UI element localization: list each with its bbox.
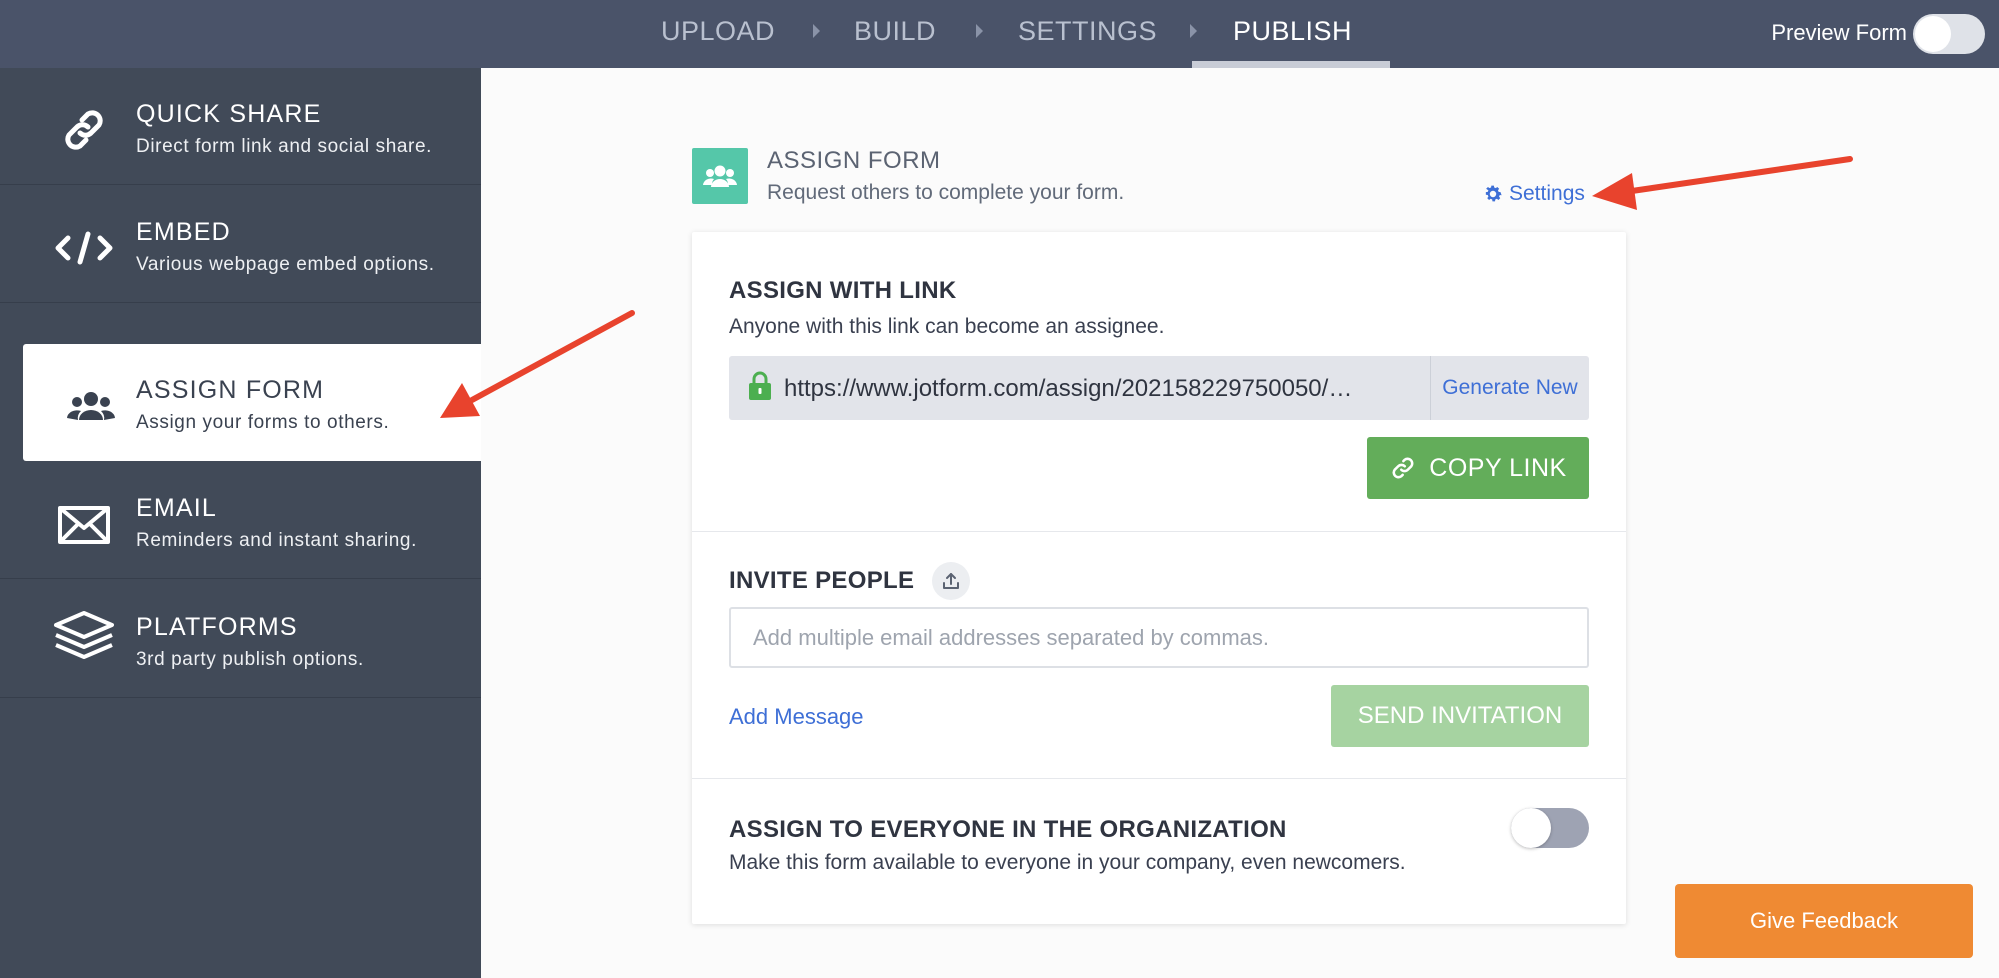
sidebar-item-subtitle: Direct form link and social share. <box>136 136 433 157</box>
users-icon <box>703 165 737 187</box>
send-invitation-button[interactable]: SEND INVITATION <box>1331 685 1589 747</box>
step-build[interactable]: BUILD <box>854 16 936 47</box>
step-settings[interactable]: SETTINGS <box>1018 16 1157 47</box>
assign-organization-toggle[interactable] <box>1511 808 1589 848</box>
toggle-knob <box>1915 16 1951 52</box>
section-divider <box>692 531 1626 532</box>
step-separator-icon <box>813 24 820 38</box>
upload-icon <box>943 573 959 589</box>
copy-link-button[interactable]: COPY LINK <box>1367 437 1589 499</box>
copy-link-label: COPY LINK <box>1429 453 1567 482</box>
sidebar-item-subtitle: 3rd party publish options. <box>136 649 364 670</box>
step-publish[interactable]: PUBLISH <box>1233 16 1352 47</box>
give-feedback-label: Give Feedback <box>1750 908 1898 933</box>
sidebar-item-title: QUICK SHARE <box>136 100 322 128</box>
page-title: ASSIGN FORM <box>767 147 941 174</box>
generate-new-label: Generate New <box>1442 376 1578 399</box>
sidebar-item-email[interactable]: EMAIL Reminders and instant sharing. <box>0 462 481 579</box>
sidebar-item-platforms[interactable]: PLATFORMS 3rd party publish options. <box>0 581 481 698</box>
sidebar-item-title: EMAIL <box>136 494 218 522</box>
arrow-to-settings-icon <box>1592 156 1853 210</box>
settings-link[interactable]: Settings <box>1482 182 1585 206</box>
link-icon <box>1392 457 1414 479</box>
sidebar-item-subtitle: Various webpage embed options. <box>136 254 435 275</box>
gear-icon <box>1485 185 1502 202</box>
invite-people-title: INVITE PEOPLE <box>729 567 915 594</box>
lock-icon <box>749 371 771 400</box>
settings-link-label: Settings <box>1509 182 1585 205</box>
link-icon <box>65 110 103 150</box>
sidebar-item-assign-form[interactable]: ASSIGN FORM Assign your forms to others. <box>23 344 481 461</box>
layers-icon <box>54 611 114 659</box>
page-subtitle: Request others to complete your form. <box>767 181 1125 204</box>
sidebar-item-subtitle: Reminders and instant sharing. <box>136 530 417 551</box>
assign-organization-description: Make this form available to everyone in … <box>729 851 1406 874</box>
publish-sidebar: QUICK SHARE Direct form link and social … <box>0 68 481 978</box>
code-icon <box>55 231 113 265</box>
preview-form-label: Preview Form <box>1771 20 1907 45</box>
sidebar-item-title: PLATFORMS <box>136 613 298 641</box>
active-step-indicator <box>1192 61 1390 68</box>
invite-email-input[interactable] <box>729 607 1589 668</box>
sidebar-item-title: ASSIGN FORM <box>136 376 325 404</box>
assign-link-url[interactable]: https://www.jotform.com/assign/202158229… <box>784 375 1394 403</box>
section-divider <box>692 778 1626 779</box>
generate-new-button[interactable]: Generate New <box>1430 356 1589 420</box>
step-separator-icon <box>976 24 983 38</box>
assign-form-header-icon <box>692 148 748 204</box>
wizard-steps: UPLOAD BUILD SETTINGS PUBLISH <box>0 0 1999 68</box>
assign-link-box: https://www.jotform.com/assign/202158229… <box>729 356 1589 420</box>
sidebar-item-quick-share[interactable]: QUICK SHARE Direct form link and social … <box>0 68 481 185</box>
toggle-knob <box>1511 808 1551 848</box>
assign-with-link-description: Anyone with this link can become an assi… <box>729 315 1165 338</box>
assign-form-card: ASSIGN WITH LINK Anyone with this link c… <box>692 232 1626 924</box>
step-upload[interactable]: UPLOAD <box>661 16 775 47</box>
assign-with-link-title: ASSIGN WITH LINK <box>729 277 957 304</box>
envelope-icon <box>58 506 110 544</box>
sidebar-item-embed[interactable]: EMBED Various webpage embed options. <box>0 186 481 303</box>
preview-form-toggle[interactable] <box>1913 14 1985 54</box>
sidebar-item-subtitle: Assign your forms to others. <box>136 412 390 433</box>
sidebar-item-title: EMBED <box>136 218 231 246</box>
top-navigation-bar: UPLOAD BUILD SETTINGS PUBLISH Preview Fo… <box>0 0 1999 68</box>
users-icon <box>67 392 115 420</box>
step-separator-icon <box>1190 24 1197 38</box>
add-message-link[interactable]: Add Message <box>729 704 864 730</box>
send-invitation-label: SEND INVITATION <box>1357 702 1563 729</box>
upload-contacts-button[interactable] <box>932 562 970 600</box>
give-feedback-button[interactable]: Give Feedback <box>1675 884 1973 958</box>
assign-organization-title: ASSIGN TO EVERYONE IN THE ORGANIZATION <box>729 816 1287 843</box>
